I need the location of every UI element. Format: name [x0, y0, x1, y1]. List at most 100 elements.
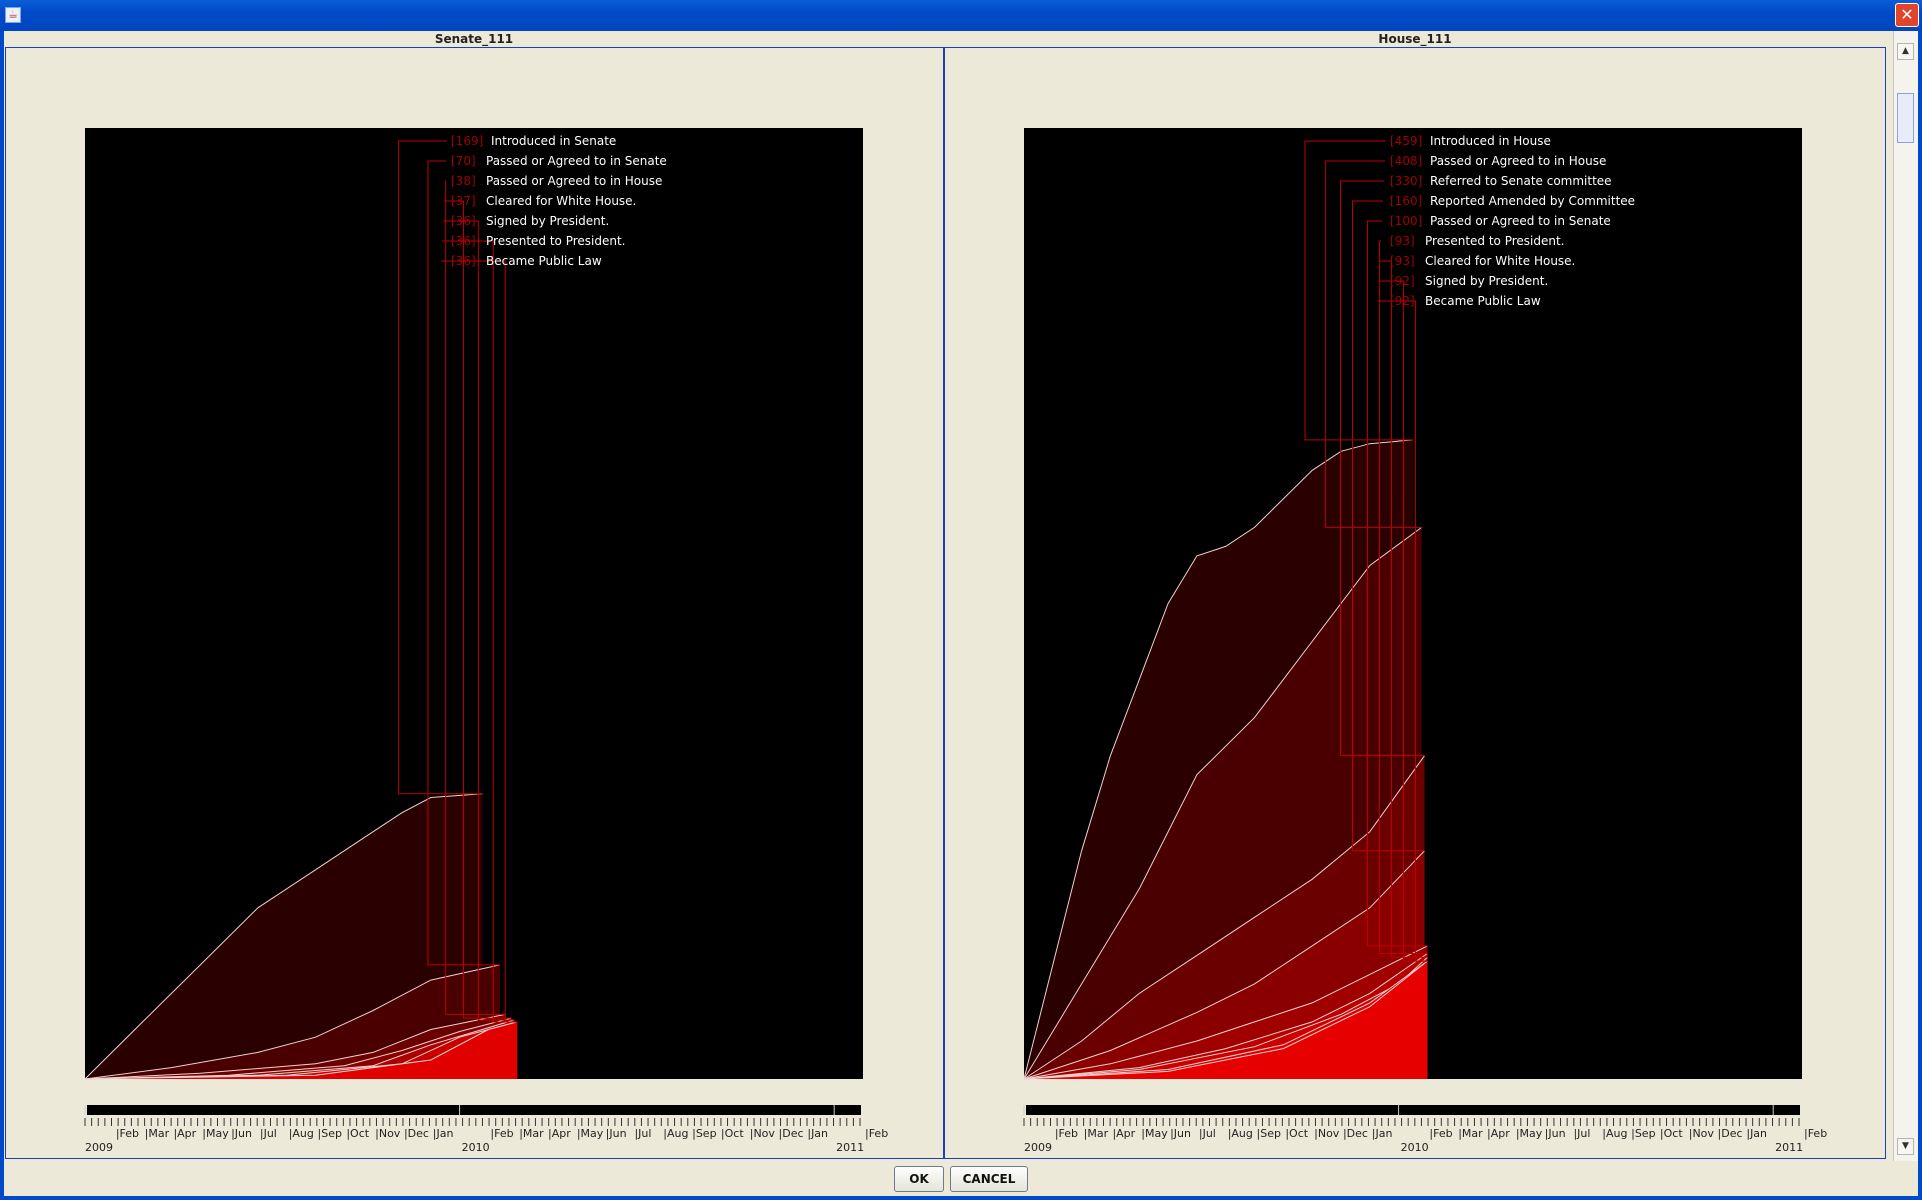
x-tick-label-25: |Jan: [807, 1127, 828, 1140]
x-tick-label-16: |Apr: [1487, 1127, 1510, 1140]
legend-count-5: [93]: [1390, 234, 1415, 248]
x-tick-label-27: |Feb: [865, 1127, 888, 1140]
legend-label-3: Reported Amended by Committee: [1430, 194, 1635, 208]
x-tick-label-9: |Oct: [346, 1127, 369, 1140]
ok-button[interactable]: OK: [894, 1166, 944, 1192]
legend-label-1: Passed or Agreed to in Senate: [486, 154, 667, 168]
legend-label-7: Signed by President.: [1425, 274, 1548, 288]
x-tick-label-7: |Aug: [1228, 1127, 1253, 1140]
x-tick-label-21: |Sep: [1631, 1127, 1655, 1140]
x-tick-label-3: |Apr: [173, 1127, 196, 1140]
legend-count-0: [169]: [451, 134, 483, 148]
legend-count-6: [36]: [451, 254, 476, 268]
legend-count-5: [36]: [451, 234, 476, 248]
x-tick-label-15: |Mar: [519, 1127, 544, 1140]
x-tick-label-4: |May: [1141, 1127, 1168, 1140]
timeline-bar: [1026, 1105, 1800, 1115]
senate-chart: [169] Introduced in Senate [70] Passed or A…: [84, 128, 888, 1154]
x-tick-label-20: |Aug: [1602, 1127, 1627, 1140]
x-tick-label-8: |Sep: [318, 1127, 342, 1140]
x-tick-label-16: |Apr: [548, 1127, 571, 1140]
legend-label-5: Presented to President.: [486, 234, 626, 248]
legend-count-1: [408]: [1390, 154, 1422, 168]
x-tick-label-7: |Aug: [289, 1127, 314, 1140]
legend-count-7: [92]: [1390, 274, 1415, 288]
x-tick-label-8: |Sep: [1257, 1127, 1281, 1140]
x-tick-label-19: |Jul: [634, 1127, 651, 1140]
scroll-thumb[interactable]: [1897, 93, 1914, 143]
x-tick-label-26: 2011: [1775, 1141, 1803, 1154]
x-tick-label-12: |Jan: [433, 1127, 454, 1140]
x-tick-label-1: |Feb: [1055, 1127, 1078, 1140]
vertical-scrollbar[interactable]: ▲ ▼: [1893, 31, 1918, 1161]
x-tick-label-23: |Nov: [750, 1127, 776, 1140]
x-tick-label-10: |Nov: [375, 1127, 401, 1140]
x-tick-label-19: |Jul: [1573, 1127, 1590, 1140]
timeline-bar: [87, 1105, 861, 1115]
scroll-up-arrow-icon[interactable]: ▲: [1897, 43, 1914, 60]
house-chart: [459] Introduced in House [408] Passed or A…: [1023, 128, 1827, 1154]
window-titlebar: ☕ ✕: [0, 0, 1922, 32]
x-tick-label-4: |May: [202, 1127, 229, 1140]
x-tick-label-20: |Aug: [663, 1127, 688, 1140]
x-tick-label-9: |Oct: [1285, 1127, 1308, 1140]
x-tick-label-2: |Mar: [145, 1127, 170, 1140]
legend-count-2: [330]: [1390, 174, 1422, 188]
x-tick-label-2: |Mar: [1084, 1127, 1109, 1140]
legend-count-4: [36]: [451, 214, 476, 228]
x-tick-label-24: |Dec: [779, 1127, 804, 1140]
legend-label-0: Introduced in House: [1430, 134, 1551, 148]
legend-label-8: Became Public Law: [1425, 294, 1541, 308]
x-tick-label-23: |Nov: [1689, 1127, 1715, 1140]
legend-label-5: Presented to President.: [1425, 234, 1565, 248]
legend-label-6: Cleared for White House.: [1425, 254, 1575, 268]
legend-count-0: [459]: [1390, 134, 1422, 148]
x-tick-label-3: |Apr: [1112, 1127, 1135, 1140]
legend-label-4: Signed by President.: [486, 214, 609, 228]
x-tick-label-5: |Jun: [231, 1127, 252, 1140]
x-tick-label-24: |Dec: [1718, 1127, 1743, 1140]
x-tick-label-17: |May: [1516, 1127, 1543, 1140]
legend-count-3: [160]: [1390, 194, 1422, 208]
cancel-button[interactable]: CANCEL: [950, 1166, 1028, 1192]
x-tick-label-15: |Mar: [1458, 1127, 1483, 1140]
close-button[interactable]: ✕: [1895, 3, 1919, 27]
x-tick-label-11: |Dec: [404, 1127, 429, 1140]
legend-count-4: [100]: [1390, 214, 1422, 228]
legend-label-0: Introduced in Senate: [491, 134, 616, 148]
x-tick-label-14: |Feb: [490, 1127, 513, 1140]
legend-count-8: [92]: [1390, 294, 1415, 308]
legend-count-6: [93]: [1390, 254, 1415, 268]
senate-panel: Senate_111 [169] Introduced in Senate [70]…: [5, 31, 944, 1161]
x-tick-label-22: |Oct: [1660, 1127, 1683, 1140]
java-app-icon: ☕: [5, 7, 21, 23]
x-tick-label-21: |Sep: [692, 1127, 716, 1140]
x-tick-label-26: 2011: [836, 1141, 864, 1154]
x-tick-label-6: |Jul: [260, 1127, 277, 1140]
x-tick-label-10: |Nov: [1314, 1127, 1340, 1140]
legend-count-2: [38]: [451, 174, 476, 188]
x-tick-label-0: 2009: [85, 1141, 113, 1154]
legend-label-3: Cleared for White House.: [486, 194, 636, 208]
x-tick-label-13: 2010: [462, 1141, 490, 1154]
x-tick-label-27: |Feb: [1804, 1127, 1827, 1140]
x-tick-label-11: |Dec: [1343, 1127, 1368, 1140]
house-panel: House_111 [459] Introduced in House [408] P…: [944, 31, 1886, 1161]
scroll-down-arrow-icon[interactable]: ▼: [1897, 1138, 1914, 1155]
legend-label-6: Became Public Law: [486, 254, 602, 268]
x-tick-label-13: 2010: [1401, 1141, 1429, 1154]
x-tick-label-12: |Jan: [1372, 1127, 1393, 1140]
x-tick-label-14: |Feb: [1429, 1127, 1452, 1140]
x-tick-label-18: |Jun: [1545, 1127, 1566, 1140]
legend-label-1: Passed or Agreed to in House: [1430, 154, 1606, 168]
x-tick-label-1: |Feb: [116, 1127, 139, 1140]
x-tick-label-0: 2009: [1024, 1141, 1052, 1154]
x-tick-label-22: |Oct: [721, 1127, 744, 1140]
x-tick-label-17: |May: [577, 1127, 604, 1140]
x-tick-label-25: |Jan: [1746, 1127, 1767, 1140]
legend-label-2: Referred to Senate committee: [1430, 174, 1612, 188]
legend-label-2: Passed or Agreed to in House: [486, 174, 662, 188]
legend-count-3: [37]: [451, 194, 476, 208]
x-tick-label-5: |Jun: [1170, 1127, 1191, 1140]
x-tick-label-18: |Jun: [606, 1127, 627, 1140]
